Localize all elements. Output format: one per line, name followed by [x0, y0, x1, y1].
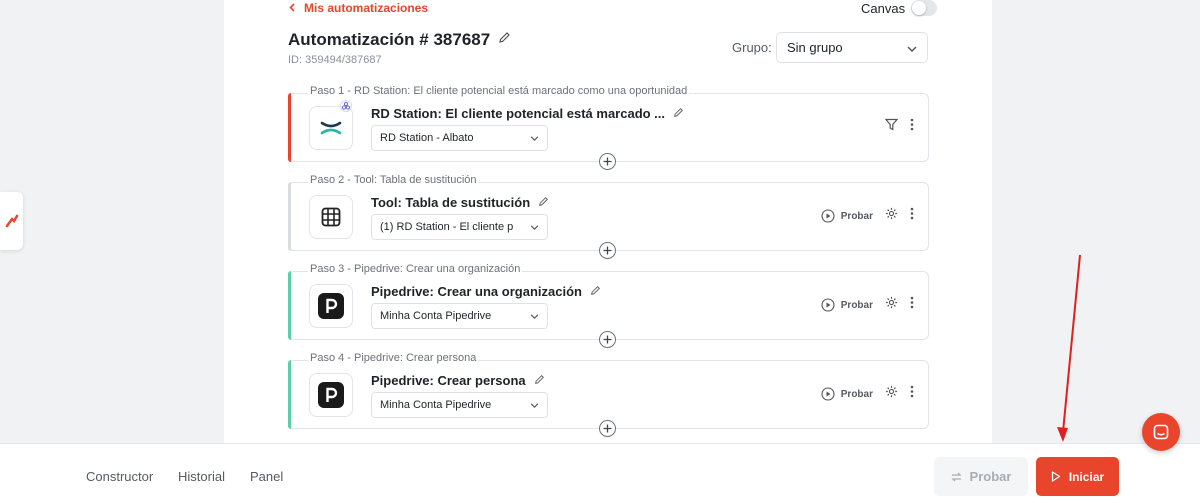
step-name: RD Station: El cliente potencial está ma…	[371, 106, 684, 121]
account-select[interactable]: Minha Conta Pipedrive	[371, 392, 548, 418]
gear-icon[interactable]	[885, 385, 898, 403]
chevron-down-icon	[907, 40, 917, 55]
chevron-down-icon	[530, 399, 539, 411]
step-label-3: Paso 3 - Pipedrive: Crear una organizaci…	[308, 263, 523, 275]
step-card-3[interactable]: Pipedrive: Crear una organización Minha …	[288, 271, 929, 340]
step-accent	[288, 182, 291, 251]
plus-icon	[603, 246, 612, 255]
step-card-1[interactable]: RD Station: El cliente potencial está ma…	[288, 93, 929, 162]
swap-arrows-icon	[950, 472, 962, 481]
test-step-label: Probar	[840, 299, 873, 311]
play-circle-icon	[821, 209, 835, 223]
step-name-text: Pipedrive: Crear persona	[371, 373, 526, 388]
canvas-switch[interactable]	[911, 0, 938, 16]
chat-icon	[1153, 424, 1169, 440]
account-value: Minha Conta Pipedrive	[380, 399, 492, 411]
edit-step-icon[interactable]	[538, 195, 549, 210]
step-card-4[interactable]: Pipedrive: Crear persona Minha Conta Pip…	[288, 360, 929, 429]
gear-icon[interactable]	[885, 296, 898, 314]
tab-panel[interactable]: Panel	[250, 469, 283, 484]
pipedrive-app-icon	[309, 284, 353, 328]
albato-logo-icon	[5, 214, 18, 228]
edit-step-icon[interactable]	[534, 373, 545, 388]
play-icon	[1051, 471, 1060, 482]
step-card-2[interactable]: Tool: Tabla de sustitución (1) RD Statio…	[288, 182, 929, 251]
trigger-badge-icon	[340, 99, 352, 117]
automation-id: ID: 359494/387687	[288, 54, 382, 66]
more-options-icon[interactable]	[910, 207, 914, 225]
step-label-1: Paso 1 - RD Station: El cliente potencia…	[308, 85, 690, 97]
step-name: Pipedrive: Crear una organización	[371, 284, 601, 299]
filter-icon[interactable]	[884, 118, 899, 136]
back-link-label: Mis automatizaciones	[304, 1, 429, 15]
account-value: (1) RD Station - El cliente p	[380, 221, 514, 233]
step-accent	[288, 271, 291, 340]
chevron-down-icon	[530, 132, 539, 144]
step-actions: Probar	[821, 296, 914, 314]
table-tool-app-icon	[309, 195, 353, 239]
play-circle-icon	[821, 387, 835, 401]
tab-constructor[interactable]: Constructor	[86, 469, 153, 484]
step-name: Pipedrive: Crear persona	[371, 373, 545, 388]
account-value: RD Station - Albato	[380, 132, 474, 144]
test-step-button[interactable]: Probar	[821, 387, 873, 401]
step-actions	[884, 118, 914, 136]
plus-icon	[603, 335, 612, 344]
add-step-button[interactable]	[599, 242, 616, 259]
more-options-icon[interactable]	[910, 296, 914, 314]
start-automation-button[interactable]: Iniciar	[1036, 457, 1119, 496]
step-name-text: RD Station: El cliente potencial está ma…	[371, 106, 666, 121]
test-step-label: Probar	[840, 210, 873, 222]
test-step-label: Probar	[840, 388, 873, 400]
chevron-left-icon	[289, 1, 295, 15]
add-step-button[interactable]	[599, 331, 616, 348]
test-step-button[interactable]: Probar	[821, 298, 873, 312]
side-widget[interactable]	[0, 192, 23, 250]
account-select[interactable]: RD Station - Albato	[371, 125, 548, 151]
test-automation-button[interactable]: Probar	[934, 457, 1028, 496]
test-automation-label: Probar	[969, 469, 1012, 484]
step-label-4: Paso 4 - Pipedrive: Crear persona	[308, 352, 479, 364]
pipedrive-app-icon	[309, 373, 353, 417]
more-options-icon[interactable]	[910, 118, 914, 136]
step-name-text: Tool: Tabla de sustitución	[371, 195, 531, 210]
step-label-2: Paso 2 - Tool: Tabla de sustitución	[308, 174, 479, 186]
add-step-button[interactable]	[599, 153, 616, 170]
edit-title-icon[interactable]	[498, 31, 511, 49]
step-name-text: Pipedrive: Crear una organización	[371, 284, 582, 299]
chevron-down-icon	[530, 221, 539, 233]
chevron-down-icon	[530, 310, 539, 322]
group-select[interactable]: Sin grupo	[776, 32, 928, 63]
plus-icon	[603, 157, 612, 166]
account-select[interactable]: Minha Conta Pipedrive	[371, 303, 548, 329]
bottom-bar: Constructor Historial Panel Probar Inici…	[0, 443, 1200, 503]
gear-icon[interactable]	[885, 207, 898, 225]
canvas-label: Canvas	[861, 0, 906, 16]
more-options-icon[interactable]	[910, 385, 914, 403]
step-name: Tool: Tabla de sustitución	[371, 195, 549, 210]
plus-icon	[603, 424, 612, 433]
add-step-button[interactable]	[599, 420, 616, 437]
test-step-button[interactable]: Probar	[821, 209, 873, 223]
step-actions: Probar	[821, 385, 914, 403]
edit-step-icon[interactable]	[673, 106, 684, 121]
chat-support-button[interactable]	[1142, 413, 1180, 451]
edit-step-icon[interactable]	[590, 284, 601, 299]
account-select[interactable]: (1) RD Station - El cliente p	[371, 214, 548, 240]
canvas-toggle[interactable]: Canvas	[861, 0, 938, 16]
tab-historial[interactable]: Historial	[178, 469, 225, 484]
back-link[interactable]: Mis automatizaciones	[289, 1, 428, 15]
group-value: Sin grupo	[787, 40, 843, 55]
start-automation-label: Iniciar	[1068, 469, 1105, 484]
account-value: Minha Conta Pipedrive	[380, 310, 492, 322]
step-accent	[288, 93, 291, 162]
title-row: Automatización # 387687	[288, 30, 511, 50]
page-title: Automatización # 387687	[288, 30, 491, 49]
step-accent	[288, 360, 291, 429]
step-actions: Probar	[821, 207, 914, 225]
play-circle-icon	[821, 298, 835, 312]
group-label: Grupo:	[732, 40, 772, 55]
